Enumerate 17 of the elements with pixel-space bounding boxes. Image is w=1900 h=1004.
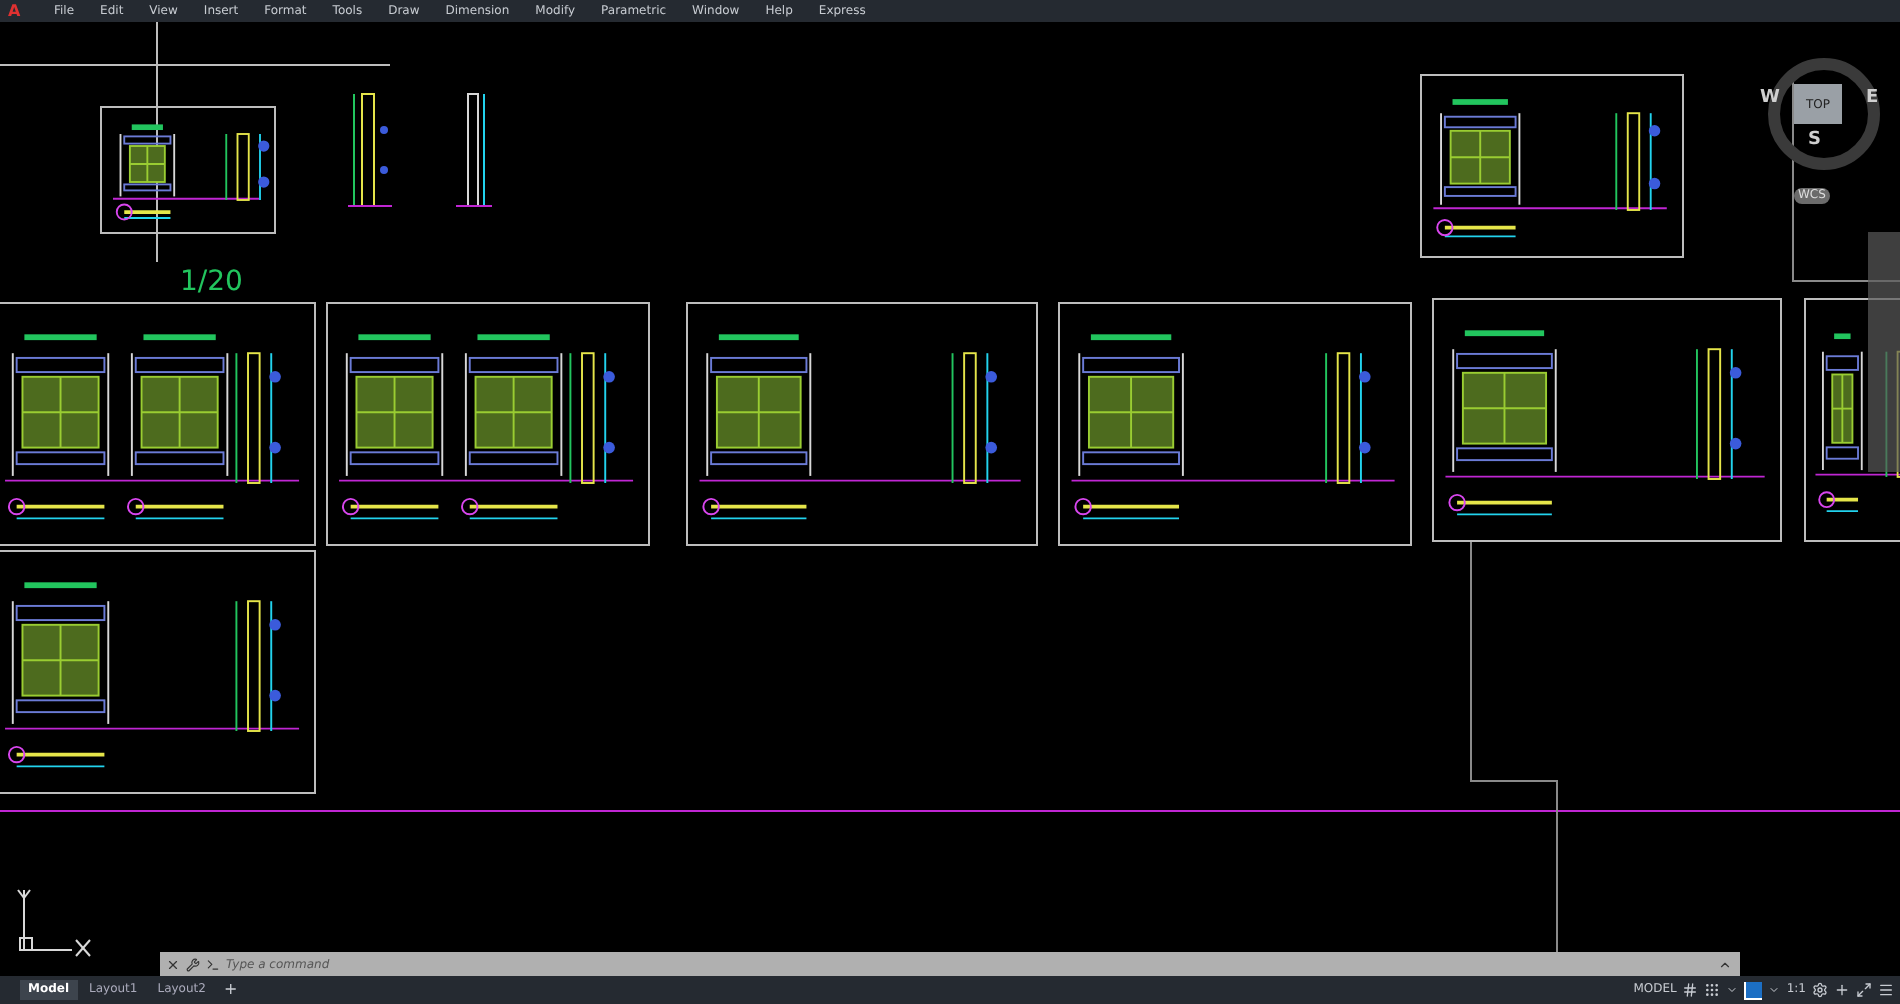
add-layout-button[interactable]: + [217, 982, 244, 998]
settings-icon[interactable] [1812, 982, 1828, 998]
compass-east: E [1866, 90, 1879, 108]
caret-icon[interactable] [1768, 984, 1781, 996]
scale-label: 1/20 [180, 268, 243, 296]
ucs-axis-icon [16, 886, 96, 958]
compass-west: W [1760, 90, 1780, 108]
menu-icon[interactable] [1878, 982, 1894, 998]
fullscreen-icon[interactable] [1856, 982, 1872, 998]
close-icon[interactable] [166, 957, 180, 971]
plus-icon[interactable] [1834, 982, 1850, 998]
compass-south: S [1808, 132, 1821, 150]
snap-icon[interactable] [1704, 982, 1721, 998]
terminal-icon[interactable] [206, 957, 220, 971]
wrench-icon[interactable] [186, 957, 200, 971]
grid-icon[interactable] [1682, 982, 1699, 998]
ortho-icon[interactable] [1744, 981, 1763, 999]
